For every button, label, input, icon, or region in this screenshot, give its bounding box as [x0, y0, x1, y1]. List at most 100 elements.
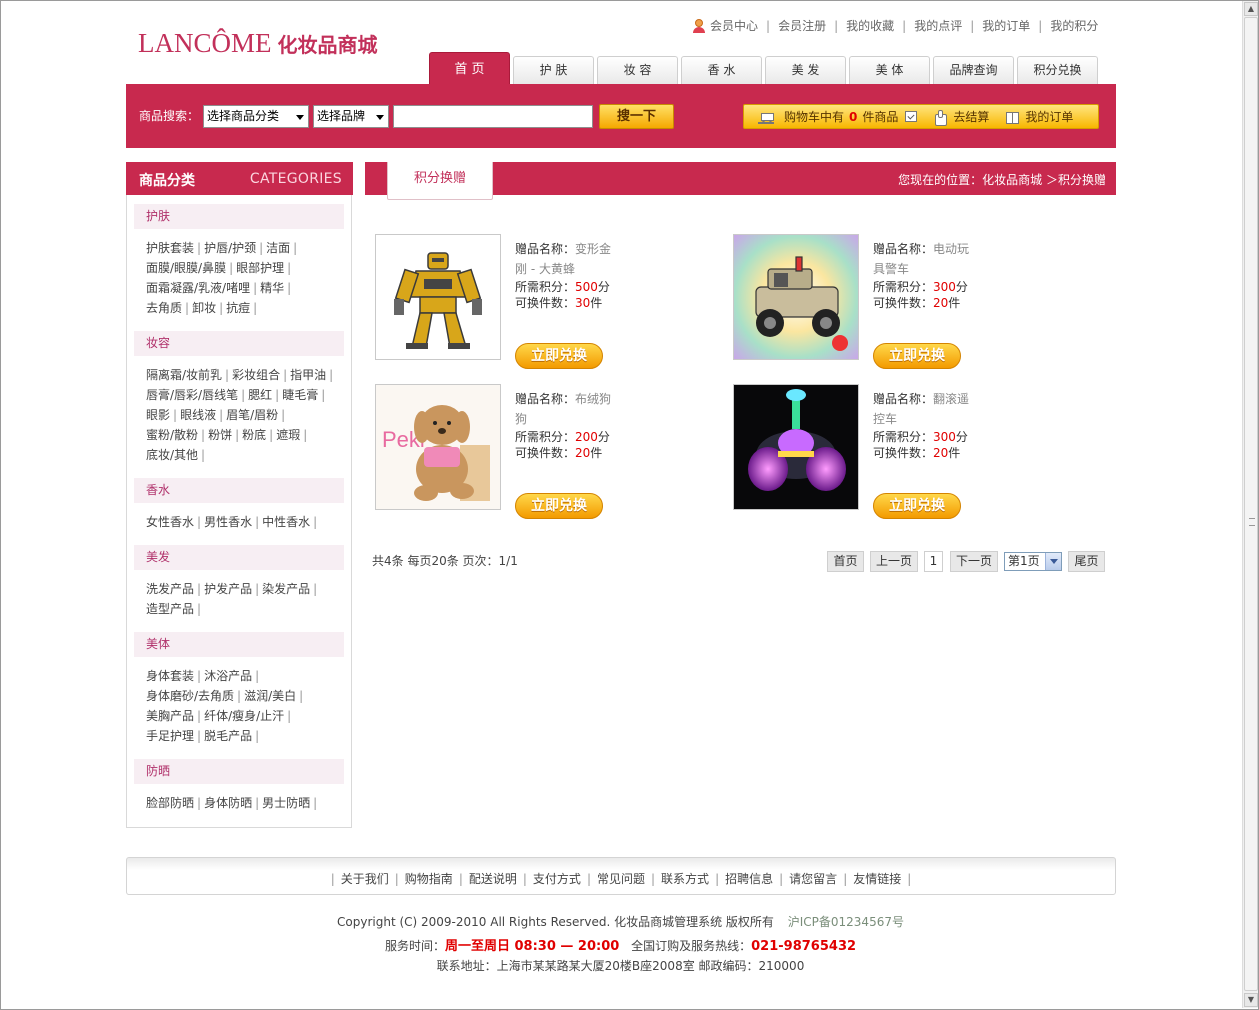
category-item-link[interactable]: 遮瑕	[276, 428, 300, 442]
product-name-line2[interactable]: 具警车	[873, 259, 983, 279]
product-name-line1[interactable]: 翻滚遥	[933, 392, 969, 406]
favorites-link[interactable]: 我的收藏	[846, 17, 894, 34]
category-item-link[interactable]: 抗痘	[226, 301, 250, 315]
exchange-button[interactable]: 立即兑换	[515, 343, 603, 369]
footer-link[interactable]: 支付方式	[533, 872, 581, 886]
category-item-link[interactable]: 沐浴产品	[204, 669, 252, 683]
category-item-link[interactable]: 身体防晒	[204, 796, 252, 810]
nav-tab-makeup[interactable]: 妆 容	[597, 56, 678, 84]
footer-link[interactable]: 招聘信息	[725, 872, 773, 886]
category-item-link[interactable]: 身体套装	[146, 669, 194, 683]
category-item-link[interactable]: 护发产品	[204, 582, 252, 596]
footer-link[interactable]: 常见问题	[597, 872, 645, 886]
footer-link[interactable]: 友情链接	[853, 872, 901, 886]
product-image[interactable]	[733, 384, 859, 510]
category-item-link[interactable]: 面膜/眼膜/鼻膜	[146, 261, 226, 275]
category-heading[interactable]: 防晒	[134, 759, 344, 784]
category-item-link[interactable]: 洗发产品	[146, 582, 194, 596]
product-name-line1[interactable]: 变形金	[575, 242, 611, 256]
category-item-link[interactable]: 底妆/其他	[146, 448, 198, 462]
category-item-link[interactable]: 女性香水	[146, 515, 194, 529]
category-item-link[interactable]: 护唇/护颈	[204, 241, 256, 255]
footer-link[interactable]: 购物指南	[405, 872, 453, 886]
category-item-link[interactable]: 睫毛膏	[282, 388, 318, 402]
site-logo[interactable]: LANCÔME 化妆品商城	[138, 28, 378, 60]
product-name-line2[interactable]: 狗	[515, 409, 625, 429]
category-item-link[interactable]: 眼部护理	[236, 261, 284, 275]
category-item-link[interactable]: 护肤套装	[146, 241, 194, 255]
category-item-link[interactable]: 染发产品	[262, 582, 310, 596]
scroll-down-icon[interactable]: ▼	[1244, 993, 1258, 1007]
category-item-link[interactable]: 卸妆	[192, 301, 216, 315]
category-item-link[interactable]: 脸部防晒	[146, 796, 194, 810]
vertical-scrollbar[interactable]: ▲ ▼	[1242, 1, 1258, 1008]
footer-link[interactable]: 配送说明	[469, 872, 517, 886]
next-page-button[interactable]: 下一页	[950, 551, 998, 572]
category-item-link[interactable]: 手足护理	[146, 729, 194, 743]
member-center-link[interactable]: 会员中心	[710, 17, 758, 34]
nav-tab-hair[interactable]: 美 发	[765, 56, 846, 84]
product-name-line2[interactable]: 刚 - 大黄蜂	[515, 259, 625, 279]
orders-link[interactable]: 我的订单	[982, 17, 1030, 34]
search-input[interactable]	[393, 105, 593, 128]
nav-tab-home[interactable]: 首 页	[429, 52, 510, 85]
category-item-link[interactable]: 男性香水	[204, 515, 252, 529]
footer-link[interactable]: 关于我们	[341, 872, 389, 886]
page-select[interactable]: 第1页	[1004, 552, 1062, 571]
footer-link[interactable]: 请您留言	[789, 872, 837, 886]
category-item-link[interactable]: 脱毛产品	[204, 729, 252, 743]
prev-page-button[interactable]: 上一页	[870, 551, 918, 572]
category-item-link[interactable]: 腮红	[248, 388, 272, 402]
category-item-link[interactable]: 眼线液	[180, 408, 216, 422]
exchange-button[interactable]: 立即兑换	[873, 493, 961, 519]
category-item-link[interactable]: 指甲油	[290, 368, 326, 382]
checkout-link[interactable]: 去结算	[953, 108, 989, 125]
reviews-link[interactable]: 我的点评	[914, 17, 962, 34]
product-name-line1[interactable]: 电动玩	[933, 242, 969, 256]
search-button[interactable]: 搜一下	[599, 104, 674, 129]
tab-points-exchange[interactable]: 积分换赠	[387, 162, 493, 200]
checkbox-icon[interactable]	[905, 111, 918, 122]
brand-select[interactable]: 选择品牌	[313, 105, 389, 128]
exchange-button[interactable]: 立即兑换	[873, 343, 961, 369]
product-name-line1[interactable]: 布绒狗	[575, 392, 611, 406]
footer-link[interactable]: 联系方式	[661, 872, 709, 886]
category-item-link[interactable]: 中性香水	[262, 515, 310, 529]
category-item-link[interactable]: 隔离霜/妆前乳	[146, 368, 222, 382]
category-item-link[interactable]: 去角质	[146, 301, 182, 315]
category-heading[interactable]: 美发	[134, 545, 344, 570]
category-item-link[interactable]: 粉饼	[208, 428, 232, 442]
category-item-link[interactable]: 唇膏/唇彩/唇线笔	[146, 388, 238, 402]
category-item-link[interactable]: 纤体/瘦身/止汗	[204, 709, 284, 723]
product-name-line2[interactable]: 控车	[873, 409, 983, 429]
last-page-button[interactable]: 尾页	[1068, 551, 1105, 572]
category-item-link[interactable]: 面霜凝露/乳液/啫哩	[146, 281, 250, 295]
category-item-link[interactable]: 造型产品	[146, 602, 194, 616]
category-item-link[interactable]: 蜜粉/散粉	[146, 428, 198, 442]
page-number-current[interactable]: 1	[924, 551, 943, 572]
category-item-link[interactable]: 滋润/美白	[244, 689, 296, 703]
category-item-link[interactable]: 彩妆组合	[232, 368, 280, 382]
category-select[interactable]: 选择商品分类	[203, 105, 309, 128]
category-heading[interactable]: 香水	[134, 478, 344, 503]
product-image[interactable]: Peki	[375, 384, 501, 510]
category-item-link[interactable]: 精华	[260, 281, 284, 295]
product-image[interactable]	[375, 234, 501, 360]
category-item-link[interactable]: 粉底	[242, 428, 266, 442]
category-item-link[interactable]: 眼影	[146, 408, 170, 422]
exchange-button[interactable]: 立即兑换	[515, 493, 603, 519]
my-orders-link[interactable]: 我的订单	[1025, 108, 1073, 125]
nav-tab-body[interactable]: 美 体	[849, 56, 930, 84]
category-item-link[interactable]: 美胸产品	[146, 709, 194, 723]
product-image[interactable]	[733, 234, 859, 360]
category-item-link[interactable]: 身体磨砂/去角质	[146, 689, 234, 703]
scroll-thumb[interactable]	[1244, 17, 1258, 991]
nav-tab-points-exchange[interactable]: 积分兑换	[1017, 56, 1098, 84]
category-heading[interactable]: 美体	[134, 632, 344, 657]
category-item-link[interactable]: 洁面	[266, 241, 290, 255]
register-link[interactable]: 会员注册	[778, 17, 826, 34]
nav-tab-brands[interactable]: 品牌查询	[933, 56, 1014, 84]
points-link[interactable]: 我的积分	[1050, 17, 1098, 34]
category-item-link[interactable]: 男士防晒	[262, 796, 310, 810]
scroll-up-icon[interactable]: ▲	[1244, 2, 1258, 16]
